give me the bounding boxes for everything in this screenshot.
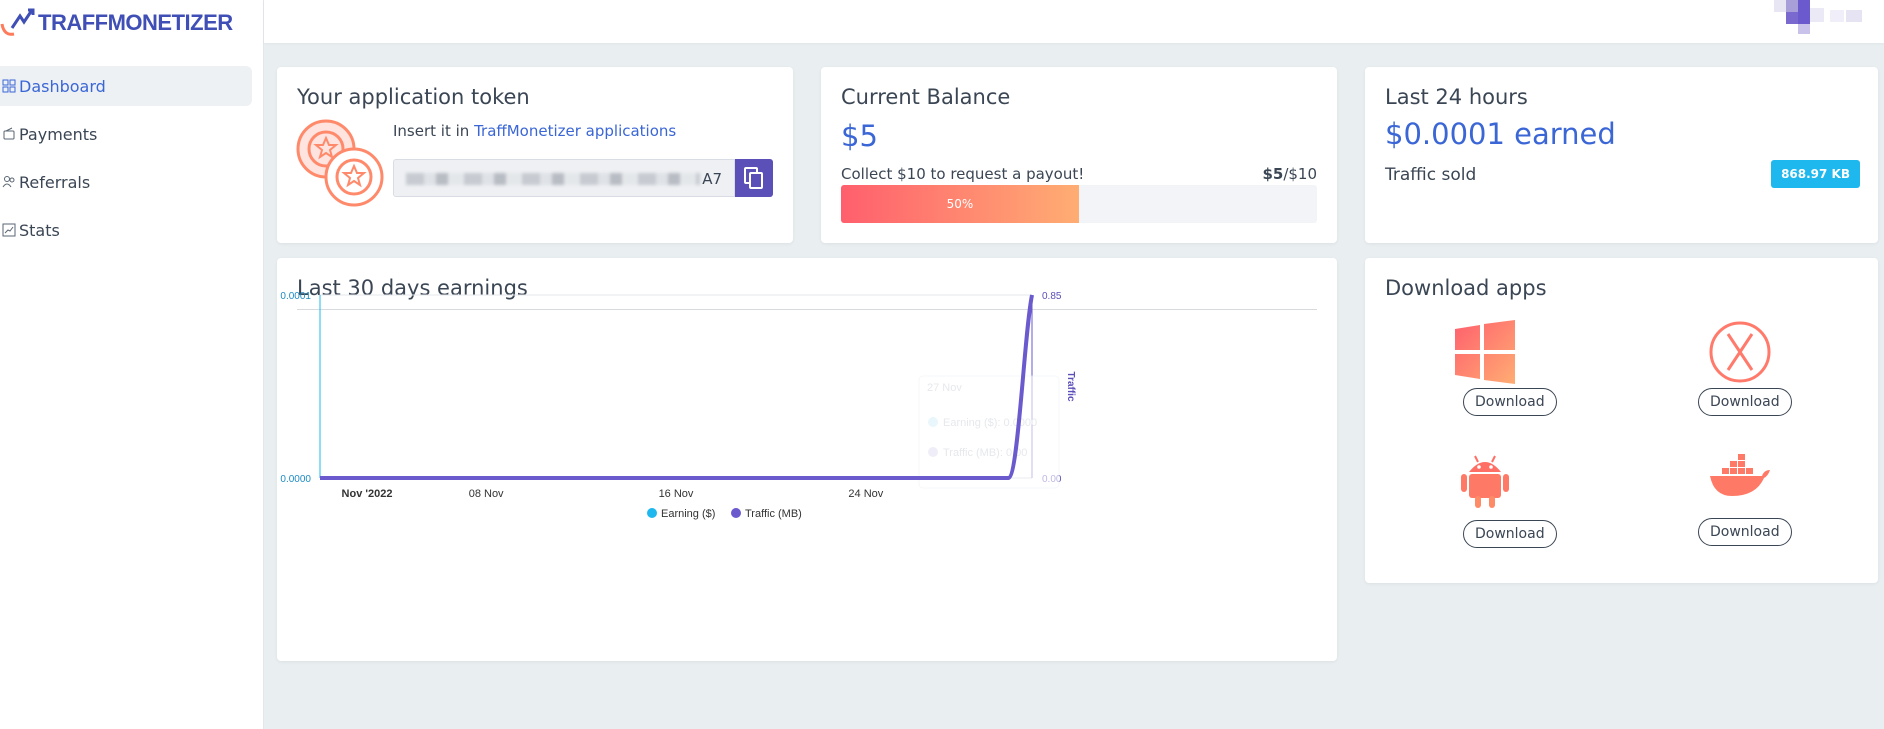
legend-label: Traffic (MB): [745, 508, 802, 520]
docker-icon: [1710, 454, 1770, 496]
dashboard-icon: [2, 79, 16, 93]
y-right-tick: 0.85: [1042, 291, 1062, 302]
download-android-button[interactable]: Download: [1463, 520, 1557, 548]
sidebar-item-label: Dashboard: [19, 76, 106, 96]
current-balance-card: Current Balance $5 Collect $10 to reques…: [821, 67, 1337, 243]
applications-link[interactable]: TraffMonetizer applications: [474, 122, 676, 140]
payout-hint: Collect $10 to request a payout!: [841, 165, 1085, 183]
users-icon: [2, 176, 15, 188]
x-tick-label: 16 Nov: [659, 488, 694, 500]
x-tick-label: 08 Nov: [469, 488, 504, 500]
y-left-tick: 0.0001: [280, 291, 311, 302]
legend-marker: [647, 508, 657, 518]
y-right-axis-label: Traffic: [1065, 371, 1076, 401]
sidebar-item-label: Referrals: [19, 172, 91, 192]
progress-fill: 50%: [841, 185, 1079, 223]
application-token-card: Your application token Insert it in Traf…: [277, 67, 793, 243]
token-redacted: [406, 173, 700, 185]
earned-amount: $0.0001 earned: [1385, 117, 1616, 151]
sidebar-item-payments[interactable]: Payments: [0, 114, 252, 154]
tooltip-traffic-marker: [928, 447, 938, 457]
card-title: Your application token: [297, 85, 530, 109]
earnings-chart-card: Last 30 days earnings 0.00010.00000.850.…: [277, 258, 1337, 661]
user-avatar[interactable]: [1774, 0, 1870, 34]
sidebar-item-referrals[interactable]: Referrals: [0, 162, 252, 202]
copy-icon: [744, 167, 763, 189]
card-title: Current Balance: [841, 85, 1011, 109]
sidebar-item-label: Stats: [19, 220, 60, 240]
wallet-icon: [3, 127, 15, 140]
card-title: Last 24 hours: [1385, 85, 1528, 109]
insert-prefix: Insert it in: [393, 122, 470, 140]
download-windows-button[interactable]: Download: [1463, 388, 1557, 416]
tooltip-earning: Earning ($): 0.0000: [943, 417, 1037, 429]
token-visible-end: A7: [702, 170, 722, 188]
top-bar: [264, 0, 1884, 43]
traffic-sold-badge: 868.97 KB: [1771, 160, 1860, 188]
sidebar-item-dashboard[interactable]: Dashboard: [0, 66, 252, 106]
insert-instructions: Insert it in TraffMonetizer applications: [393, 122, 676, 140]
sidebar-nav: Dashboard Payments Referrals Stats: [0, 66, 252, 258]
brand-name: TRAFFMONETIZER: [38, 10, 233, 35]
sidebar: TRAFFMONETIZER Dashboard Payments Referr…: [0, 0, 264, 729]
tooltip-date: 27 Nov: [927, 382, 962, 394]
x-tick-label: 24 Nov: [848, 488, 883, 500]
ratio-target: /$10: [1283, 165, 1317, 183]
sidebar-item-stats[interactable]: Stats: [0, 210, 252, 250]
chart-line-icon: [2, 223, 16, 237]
sidebar-item-label: Payments: [19, 124, 98, 144]
android-icon: [1461, 455, 1509, 508]
macos-x-icon: [1709, 321, 1771, 383]
windows-icon: [1455, 320, 1515, 384]
ratio-current: $5: [1262, 165, 1284, 183]
y-left-tick: 0.0000: [280, 474, 311, 485]
balance-amount: $5: [841, 119, 878, 153]
payout-progress-bar: 50%: [841, 185, 1317, 223]
coins-icon: [296, 119, 384, 207]
legend-label: Earning ($): [661, 508, 715, 520]
traffmonetizer-logo-icon: [0, 8, 35, 36]
brand-logo[interactable]: TRAFFMONETIZER: [0, 6, 233, 40]
card-title: Download apps: [1385, 276, 1547, 300]
download-docker-button[interactable]: Download: [1698, 518, 1792, 546]
copy-token-button[interactable]: [735, 159, 773, 197]
download-macos-button[interactable]: Download: [1698, 388, 1792, 416]
payout-ratio: $5/$10: [1262, 165, 1317, 183]
tooltip-earning-marker: [928, 417, 938, 427]
traffic-sold-label: Traffic sold: [1385, 165, 1477, 185]
earnings-line-chart[interactable]: 0.00010.00000.850.00EarningTrafficNov '2…: [277, 258, 1337, 661]
token-field[interactable]: A7: [393, 159, 735, 197]
x-tick-label: Nov '2022: [342, 488, 393, 500]
legend-marker: [731, 508, 741, 518]
download-apps-card: Download apps Download Download Download…: [1365, 258, 1878, 583]
last-24-hours-card: Last 24 hours $0.0001 earned Traffic sol…: [1365, 67, 1878, 243]
